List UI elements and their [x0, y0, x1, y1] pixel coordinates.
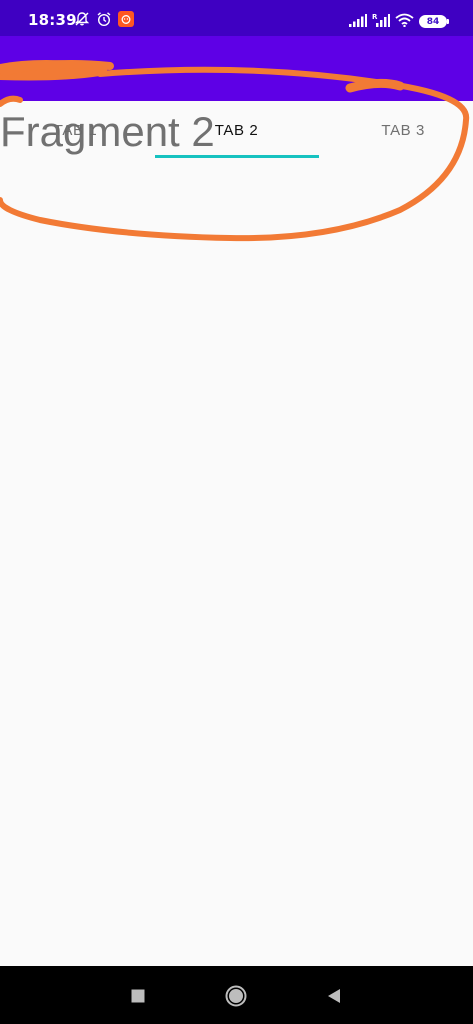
- svg-text:R: R: [372, 13, 378, 21]
- battery-level: 84: [419, 15, 447, 28]
- wifi-icon: [395, 12, 414, 31]
- alarm-icon: [96, 11, 112, 27]
- status-left-icons: [74, 11, 134, 27]
- notifications-off-icon: [74, 11, 90, 27]
- tab-3-label: TAB 3: [381, 121, 425, 139]
- tab-3[interactable]: TAB 3: [316, 101, 473, 159]
- battery-icon: 84: [419, 15, 449, 28]
- fragment-title: Fragment 2: [0, 108, 215, 155]
- signal-icon: [349, 12, 367, 31]
- recent-apps-icon[interactable]: [124, 982, 152, 1010]
- status-bar: 18:39 R 84: [0, 0, 473, 36]
- navigation-bar: [0, 966, 473, 1024]
- battery-tip: [447, 19, 449, 24]
- app-notification-icon: [118, 11, 134, 27]
- fragment-content: [0, 160, 473, 966]
- tab-2-label: TAB 2: [214, 121, 259, 139]
- signal-roaming-icon: R: [372, 12, 390, 31]
- screen: 18:39 R 84 TAB 1 TAB 2 TAB 3 Fragment 2: [0, 0, 473, 1024]
- status-right-icons: R 84: [349, 12, 449, 31]
- status-time: 18:39: [28, 11, 77, 29]
- home-icon[interactable]: [222, 982, 250, 1010]
- back-icon[interactable]: [320, 982, 348, 1010]
